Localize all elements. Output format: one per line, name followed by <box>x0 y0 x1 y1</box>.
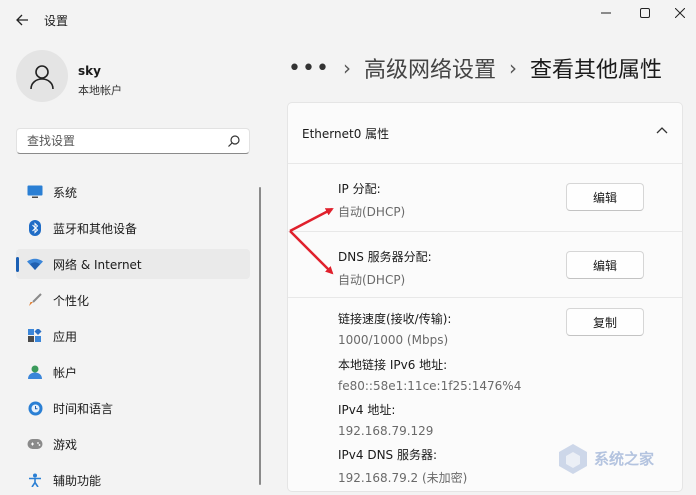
property-value: 192.168.79.129 <box>338 424 434 438</box>
minimize-icon <box>601 12 611 14</box>
property-value: 1000/1000 (Mbps) <box>338 333 449 347</box>
property-label: IPv4 地址: <box>338 403 396 417</box>
gamepad-icon <box>26 435 44 453</box>
user-name: sky <box>78 64 101 78</box>
property-value: 192.168.79.2 (未加密) <box>338 471 468 485</box>
page-title: 查看其他属性 <box>529 58 662 83</box>
sidebar-item-network[interactable]: 网络 & Internet <box>16 249 250 279</box>
sidebar-item-apps[interactable]: 应用 <box>16 321 250 351</box>
sidebar-item-label: 应用 <box>53 330 78 344</box>
property-label: IPv4 DNS 服务器: <box>338 448 438 462</box>
sidebar-item-label: 个性化 <box>53 294 90 308</box>
edit-dns-button[interactable]: 编辑 <box>566 251 644 279</box>
ip-assignment-label: IP 分配: <box>338 182 381 196</box>
search-input[interactable] <box>25 133 219 149</box>
sidebar-item-label: 蓝牙和其他设备 <box>53 222 138 236</box>
account-icon <box>26 363 44 381</box>
app-title: 设置 <box>44 14 69 28</box>
watermark-text: 系统之家 <box>594 450 655 468</box>
back-arrow-icon <box>16 14 28 26</box>
sidebar-item-label: 帐户 <box>53 366 78 380</box>
sidebar-item-accounts[interactable]: 帐户 <box>16 357 250 387</box>
property-value: fe80::58e1:11ce:1f25:1476%4 <box>338 379 522 393</box>
close-icon <box>675 8 685 18</box>
sidebar-item-accessibility[interactable]: 辅助功能 <box>16 465 250 495</box>
watermark-logo-icon <box>559 444 587 474</box>
active-indicator <box>16 257 19 272</box>
sidebar-item-label: 系统 <box>53 186 78 200</box>
user-profile[interactable]: sky 本地帐户 <box>16 50 246 110</box>
property-label: 本地链接 IPv6 地址: <box>338 358 448 372</box>
card-title: Ethernet0 属性 <box>302 127 390 141</box>
copy-button[interactable]: 复制 <box>566 308 644 336</box>
ip-assignment-value: 自动(DHCP) <box>338 205 406 219</box>
minimize-button[interactable] <box>588 0 624 26</box>
sidebar-item-label: 游戏 <box>53 438 78 452</box>
property-label: 链接速度(接收/传输): <box>338 312 452 326</box>
avatar <box>16 50 68 102</box>
divider <box>288 163 682 164</box>
sidebar-item-system[interactable]: 系统 <box>16 177 250 207</box>
divider <box>288 231 682 232</box>
sidebar-item-label: 网络 & Internet <box>53 258 142 272</box>
sidebar-item-personalization[interactable]: 个性化 <box>16 285 250 315</box>
breadcrumb-more-button[interactable]: ••• <box>288 56 330 81</box>
bluetooth-icon <box>26 219 44 237</box>
apps-icon <box>26 327 44 345</box>
account-type: 本地帐户 <box>78 84 122 97</box>
globe-clock-icon <box>26 399 44 417</box>
settings-search-box[interactable] <box>16 128 250 154</box>
close-button[interactable] <box>662 0 696 26</box>
chevron-right-icon: › <box>508 56 517 80</box>
chevron-up-icon[interactable] <box>656 125 668 135</box>
title-bar: 设置 <box>0 0 696 38</box>
maximize-button[interactable] <box>627 0 663 26</box>
dns-assignment-label: DNS 服务器分配: <box>338 250 432 264</box>
dns-assignment-value: 自动(DHCP) <box>338 273 406 287</box>
brush-icon <box>26 291 44 309</box>
sidebar-item-bluetooth[interactable]: 蓝牙和其他设备 <box>16 213 250 243</box>
divider <box>288 297 682 298</box>
back-button[interactable] <box>10 8 34 32</box>
ethernet-properties-card: Ethernet0 属性 IP 分配: 自动(DHCP) 编辑 DNS 服务器分… <box>287 102 683 492</box>
monitor-icon <box>26 183 44 201</box>
breadcrumb: ••• › 高级网络设置 › 查看其他属性 <box>288 50 662 86</box>
sidebar-scrollbar[interactable] <box>259 187 261 485</box>
sidebar-item-label: 时间和语言 <box>53 402 114 416</box>
accessibility-icon <box>26 471 44 489</box>
maximize-icon <box>640 8 650 18</box>
sidebar-item-gaming[interactable]: 游戏 <box>16 429 250 459</box>
search-icon[interactable] <box>227 134 241 148</box>
person-icon <box>30 65 54 89</box>
breadcrumb-parent-link[interactable]: 高级网络设置 <box>364 52 496 84</box>
wifi-icon <box>26 255 44 273</box>
edit-ip-button[interactable]: 编辑 <box>566 183 644 211</box>
sidebar-item-label: 辅助功能 <box>53 474 102 488</box>
chevron-right-icon: › <box>342 56 351 80</box>
sidebar-item-time-language[interactable]: 时间和语言 <box>16 393 250 423</box>
watermark: 系统之家 <box>556 440 690 480</box>
